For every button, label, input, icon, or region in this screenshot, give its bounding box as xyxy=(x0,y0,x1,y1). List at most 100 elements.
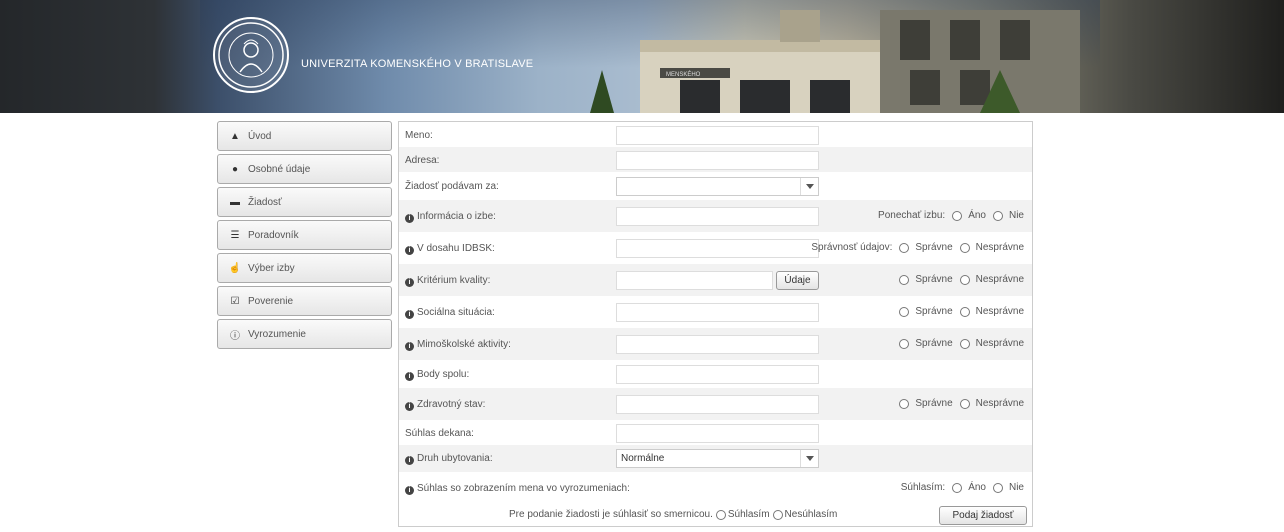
mimoskolske-spravne-label: Správne xyxy=(915,338,953,349)
socialna-label-text: Sociálna situácia: xyxy=(417,307,495,318)
sidebar-item-label: Poradovník xyxy=(248,229,299,241)
zdravotny-input[interactable] xyxy=(616,395,819,414)
smernica-nesuhlasim-radio[interactable] xyxy=(772,509,783,520)
row-body: i Body spolu: xyxy=(399,360,1032,388)
university-seal-logo xyxy=(213,17,289,93)
kriterium-nespravne-radio[interactable] xyxy=(959,274,970,285)
druh-ubytovania-select[interactable]: Normálne xyxy=(616,449,819,468)
chevron-down-icon xyxy=(800,450,818,467)
sidebar-item-vyrozumenie[interactable]: ⓘ Vyrozumenie xyxy=(217,319,392,349)
info-izba-input[interactable] xyxy=(616,207,819,226)
row-suhlas-dekana: Súhlas dekana: xyxy=(399,420,1032,445)
row-meno: Meno: xyxy=(399,122,1032,147)
sidebar-item-osobne-udaje[interactable]: ● Osobné údaje xyxy=(217,154,392,184)
sidebar-item-label: Výber izby xyxy=(248,262,295,274)
kriterium-spravne-radio[interactable] xyxy=(899,274,910,285)
row-suhlas-meno: i Súhlas so zobrazením mena vo vyrozumeni… xyxy=(399,472,1032,504)
kriterium-input[interactable] xyxy=(616,271,773,290)
info-icon: i xyxy=(405,486,414,495)
sidebar-item-label: Osobné údaje xyxy=(248,163,311,175)
udaje-button[interactable]: Údaje xyxy=(776,271,819,290)
suhlasim-ano-radio[interactable] xyxy=(952,482,963,493)
ziadost-za-select[interactable] xyxy=(616,177,819,196)
mimoskolske-spravne-radio[interactable] xyxy=(899,338,910,349)
suhlasim-group: Súhlasím: Áno Nie xyxy=(901,482,1024,493)
sidebar-item-poverenie[interactable]: ☑ Poverenie xyxy=(217,286,392,316)
socialna-input[interactable] xyxy=(616,303,819,322)
header-banner: UNIVERZITA KOMENSKÉHO V BRATISLAVE MENSK… xyxy=(0,0,1284,113)
idbsk-spravne-radio[interactable] xyxy=(899,242,910,253)
idbsk-nespravne-radio[interactable] xyxy=(959,242,970,253)
kriterium-nespravne-label: Nesprávne xyxy=(975,274,1024,285)
kriterium-label: i Kritérium kvality: xyxy=(405,275,490,287)
sidebar-item-label: Úvod xyxy=(248,130,272,142)
meno-input[interactable] xyxy=(616,126,819,145)
hand-icon: ☝ xyxy=(228,262,242,274)
row-info-izba: i Informácia o izbe: Ponechať izbu: Áno N… xyxy=(399,200,1032,232)
sidebar-item-uvod[interactable]: ▲ Úvod xyxy=(217,121,392,151)
info-icon: i xyxy=(405,456,414,465)
seal-icon xyxy=(218,22,284,88)
smernica-suhlasim-radio[interactable] xyxy=(715,509,726,520)
zdravotny-nespravne-label: Nesprávne xyxy=(975,398,1024,409)
application-form: Meno: Adresa: Žiadosť podávam za: i Infor… xyxy=(398,121,1033,527)
suhlasim-label: Súhlasím: xyxy=(900,482,946,493)
body-input[interactable] xyxy=(616,365,819,384)
socialna-label: i Sociálna situácia: xyxy=(405,307,495,319)
ponechat-ano-radio[interactable] xyxy=(952,210,963,221)
row-adresa: Adresa: xyxy=(399,147,1032,172)
idbsk-input[interactable] xyxy=(616,239,819,258)
row-idbsk: iV dosahu IDBSK: Správnosť údajov: Správ… xyxy=(399,232,1032,264)
mimoskolske-nespravne-radio[interactable] xyxy=(959,338,970,349)
building-sign: MENSKÉHO xyxy=(666,71,701,78)
info-icon: i xyxy=(405,278,414,287)
suhlas-meno-label-text: Súhlas so zobrazením mena vo vyrozumenia… xyxy=(417,483,630,494)
row-druh-ubytovania: i Druh ubytovania: Normálne xyxy=(399,445,1032,472)
adresa-label: Adresa: xyxy=(405,155,440,166)
smernica-nesuhlasim-label: Nesúhlasím xyxy=(784,509,838,520)
row-footer: Pre podanie žiadosti je súhlasiť so smer… xyxy=(399,504,1032,526)
adresa-input[interactable] xyxy=(616,151,819,170)
suhlasim-ano-label: Áno xyxy=(968,482,986,493)
card-icon: ▬ xyxy=(230,196,240,208)
info-icon: i xyxy=(405,246,414,255)
smernica-group: Pre podanie žiadosti je súhlasiť so smer… xyxy=(509,509,837,520)
kriterium-spravnost-group: Správne Nesprávne xyxy=(896,274,1024,285)
socialna-spravne-radio[interactable] xyxy=(899,306,910,317)
suhlasim-nie-radio[interactable] xyxy=(992,482,1003,493)
row-ziadost-za: Žiadosť podávam za: xyxy=(399,172,1032,200)
sidebar-item-ziadost[interactable]: ▬ Žiadosť xyxy=(217,187,392,217)
info-izba-label: i Informácia o izbe: xyxy=(405,211,496,223)
row-zdravotny: i Zdravotný stav: Správne Nesprávne xyxy=(399,388,1032,420)
sidebar-item-poradovnik[interactable]: ☰ Poradovník xyxy=(217,220,392,250)
sidebar-item-label: Poverenie xyxy=(248,295,294,307)
home-icon: ▲ xyxy=(230,130,240,142)
zdravotny-spravnost-group: Správne Nesprávne xyxy=(896,398,1024,409)
info-icon: i xyxy=(405,402,414,411)
suhlas-dekana-input[interactable] xyxy=(616,424,819,443)
zdravotny-spravne-radio[interactable] xyxy=(899,398,910,409)
socialna-spravne-label: Správne xyxy=(915,306,953,317)
ponechat-nie-label: Nie xyxy=(1008,210,1024,221)
meno-label: Meno: xyxy=(405,130,433,141)
spravnost-udajov-label: Správnosť údajov: xyxy=(811,242,893,253)
row-mimoskolske: i Mimoškolské aktivity: Správne Nesprávne xyxy=(399,328,1032,360)
ponechat-nie-radio[interactable] xyxy=(992,210,1003,221)
sidebar-item-vyber-izby[interactable]: ☝ Výber izby xyxy=(217,253,392,283)
podaj-ziadost-button[interactable]: Podaj žiadosť xyxy=(939,506,1027,525)
suhlas-meno-label: i Súhlas so zobrazením mena vo vyrozumeni… xyxy=(405,483,630,495)
idbsk-spravne-label: Správne xyxy=(915,242,953,253)
mimoskolske-input[interactable] xyxy=(616,335,819,354)
zdravotny-nespravne-radio[interactable] xyxy=(959,398,970,409)
spravnost-udajov-group: Správnosť údajov: Správne Nesprávne xyxy=(811,242,1024,253)
socialna-nespravne-radio[interactable] xyxy=(959,306,970,317)
mimoskolske-nespravne-label: Nesprávne xyxy=(975,338,1024,349)
body-label-text: Body spolu: xyxy=(417,369,470,380)
suhlas-dekana-label: Súhlas dekana: xyxy=(405,428,474,439)
info-icon: i xyxy=(405,372,414,381)
row-kriterium: i Kritérium kvality: Údaje Správne Nesprá… xyxy=(399,264,1032,296)
zdravotny-spravne-label: Správne xyxy=(915,398,953,409)
sidebar-nav: ▲ Úvod ● Osobné údaje ▬ Žiadosť ☰ Porado… xyxy=(217,121,392,352)
smernica-text: Pre podanie žiadosti je súhlasiť so smer… xyxy=(509,509,713,520)
idbsk-nespravne-label: Nesprávne xyxy=(975,242,1024,253)
